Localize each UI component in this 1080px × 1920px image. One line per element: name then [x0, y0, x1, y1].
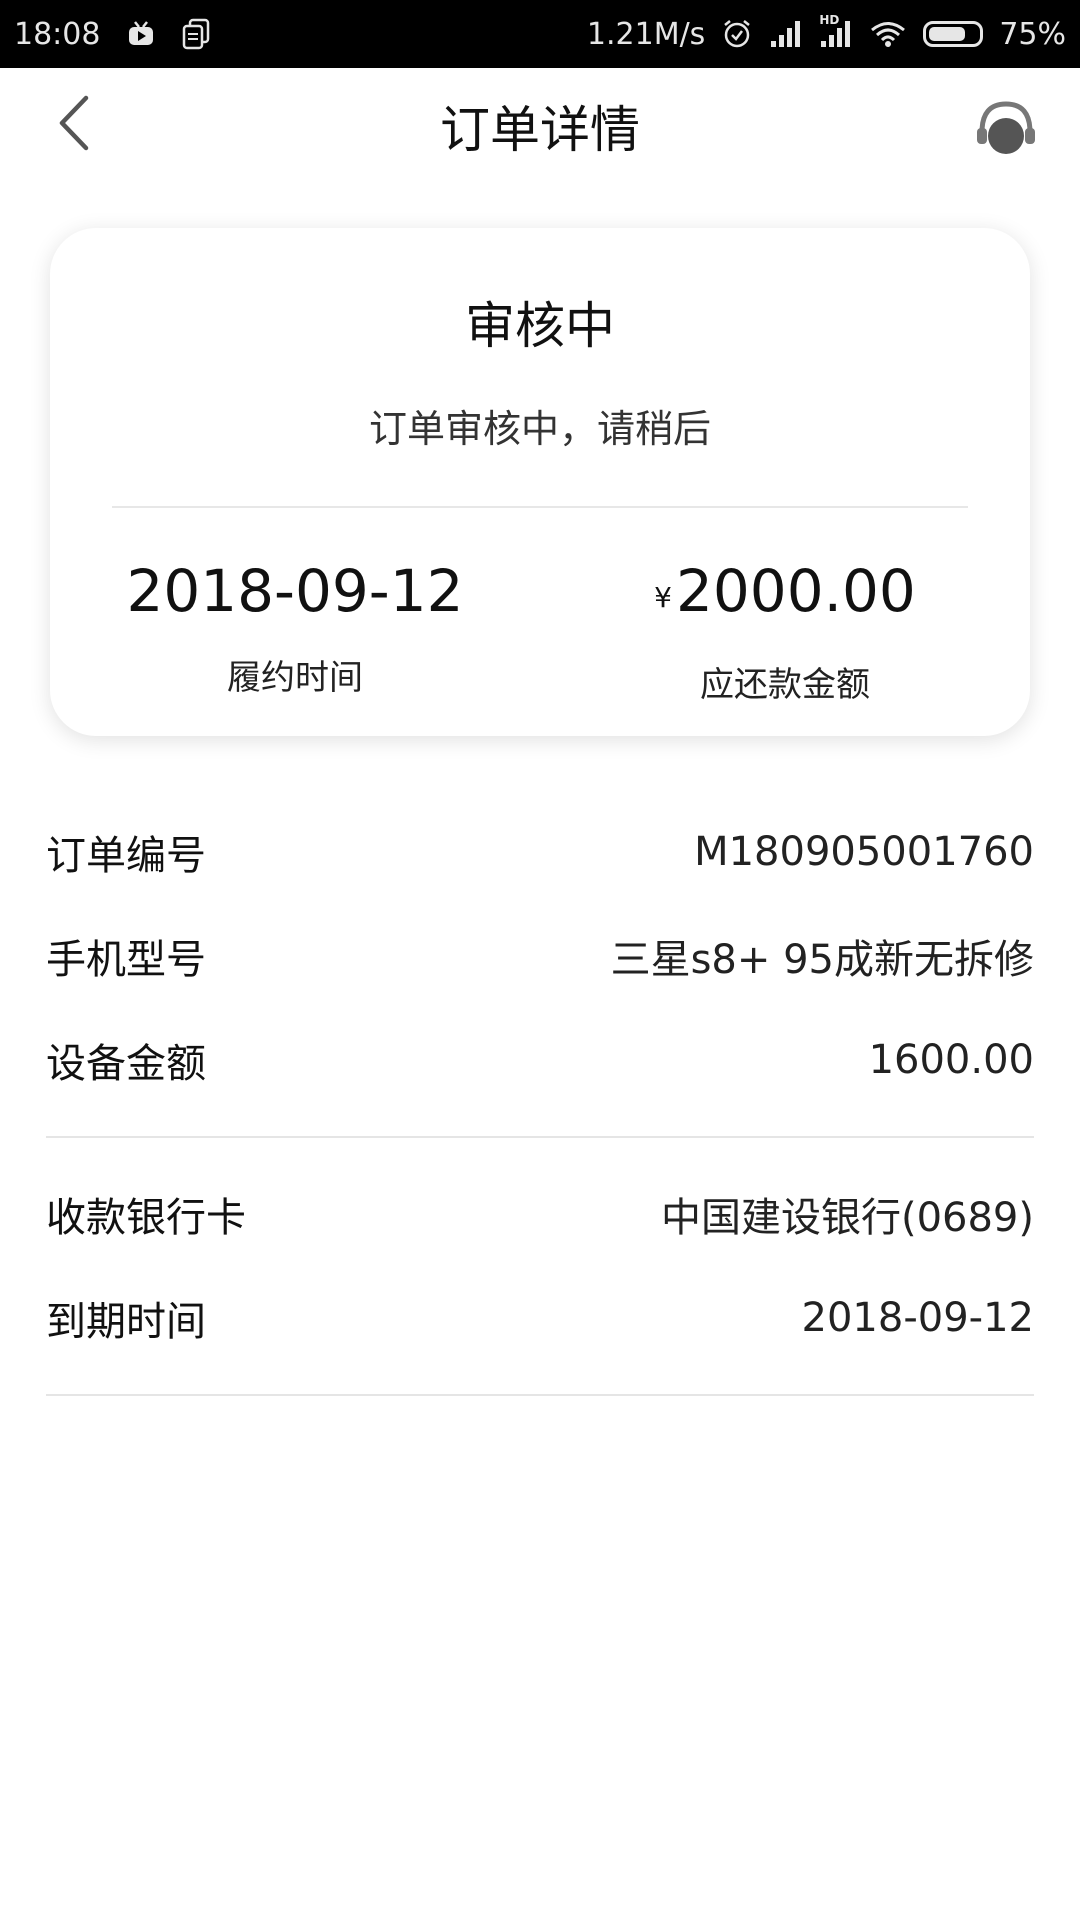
alarm-icon [721, 18, 753, 50]
order-number-label: 订单编号 [46, 833, 206, 879]
phone-model-value: 三星s8+ 95成新无拆修 [610, 937, 1034, 983]
battery-fill [929, 27, 966, 41]
status-bar: 18:08 1.21M/s HD 75% [0, 0, 1080, 68]
order-number-value: M180905001760 [694, 829, 1034, 875]
currency-symbol: ¥ [654, 581, 672, 614]
due-date-label: 到期时间 [46, 1299, 206, 1345]
battery-icon [923, 21, 984, 47]
hd-signal-icon: HD [819, 13, 853, 49]
fulfillment-date-value: 2018-09-12 [126, 557, 464, 625]
card-divider [112, 506, 968, 508]
group-gap [46, 1370, 1034, 1394]
device-amount-label: 设备金额 [46, 1041, 206, 1087]
device-amount-row: 设备金额 1600.00 [46, 1008, 1034, 1112]
wifi-icon [869, 19, 907, 49]
group-gap [46, 1112, 1034, 1136]
group-gap [46, 1138, 1034, 1162]
status-time: 18:08 [14, 16, 101, 52]
repayment-amount-value: ¥2000.00 [540, 558, 1030, 631]
page-title: 订单详情 [440, 101, 640, 159]
fulfillment-date-stat: 2018-09-12 履约时间 [50, 558, 540, 699]
bank-card-label: 收款银行卡 [46, 1195, 246, 1241]
signal-icon [769, 19, 803, 49]
device-amount-value: 1600.00 [868, 1037, 1034, 1083]
network-speed: 1.21M/s [586, 16, 706, 52]
document-icon [182, 18, 210, 50]
status-bar-left: 18:08 [14, 17, 210, 52]
nav-bar: 订单详情 [0, 68, 1080, 188]
order-status-message: 订单审核中，请稍后 [368, 407, 711, 451]
bank-card-row[interactable]: 收款银行卡 中国建设银行(0689) [46, 1162, 1034, 1266]
repayment-amount-label: 应还款金额 [700, 665, 870, 705]
hd-label: HD [819, 13, 840, 27]
bank-card-value: 中国建设银行(0689) [660, 1195, 1034, 1241]
repayment-amount-stat: ¥2000.00 应还款金额 [540, 558, 1030, 706]
due-date-value: 2018-09-12 [801, 1295, 1034, 1341]
list-divider [46, 1394, 1034, 1396]
order-detail-list: 订单编号 M180905001760 手机型号 三星s8+ 95成新无拆修 设备… [46, 800, 1034, 1396]
order-status-card: 审核中 订单审核中，请稍后 2018-09-12 履约时间 ¥2000.00 应… [50, 228, 1030, 736]
due-date-row: 到期时间 2018-09-12 [46, 1266, 1034, 1370]
tv-icon [126, 19, 156, 49]
repayment-amount: 2000.00 [675, 557, 916, 625]
order-number-row: 订单编号 M180905001760 [46, 800, 1034, 904]
order-status-title: 审核中 [465, 297, 615, 355]
battery-percent: 75% [999, 16, 1066, 52]
headset-icon[interactable] [974, 96, 1038, 160]
phone-model-label: 手机型号 [46, 937, 206, 983]
phone-model-row: 手机型号 三星s8+ 95成新无拆修 [46, 904, 1034, 1008]
status-bar-right: 1.21M/s HD 75% [586, 13, 1066, 52]
fulfillment-date-label: 履约时间 [227, 658, 363, 698]
